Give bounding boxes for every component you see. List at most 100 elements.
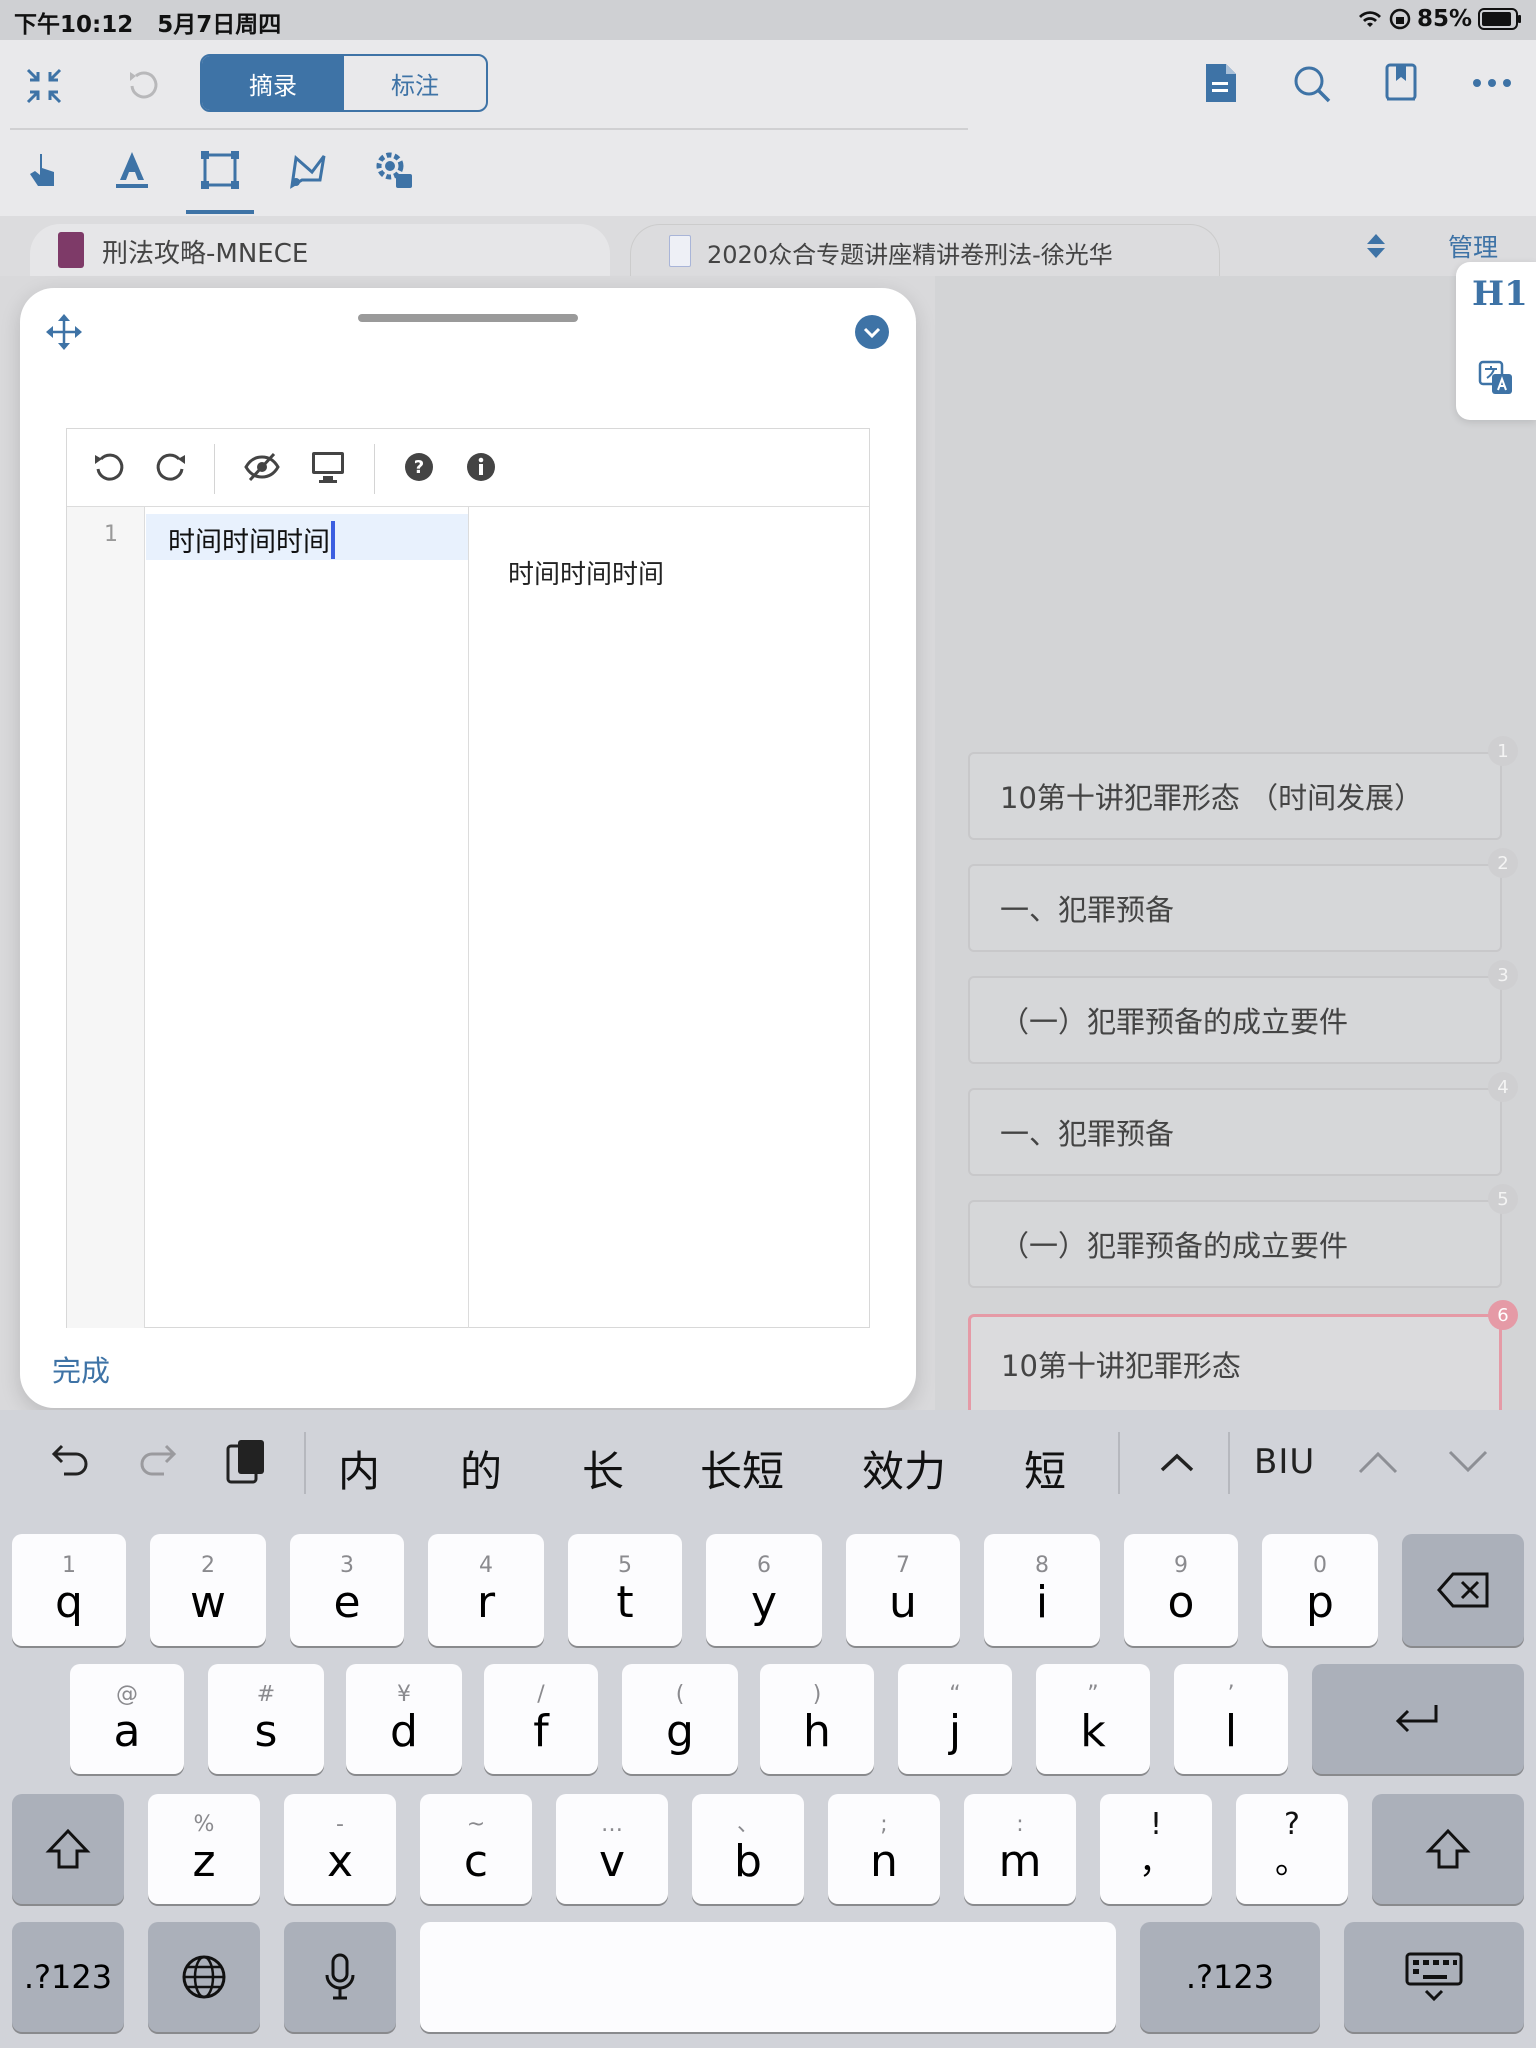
key-k[interactable]: ” k — [1036, 1664, 1150, 1774]
collapse-chevron-icon[interactable] — [854, 314, 890, 350]
backspace-key[interactable] — [1402, 1534, 1524, 1646]
expand-candidates-icon[interactable] — [1158, 1450, 1196, 1474]
key-p[interactable]: 0p — [1262, 1534, 1378, 1646]
numbers-key-right[interactable]: .?123 — [1140, 1922, 1320, 2032]
editor-toolbar-separator — [214, 444, 215, 494]
outline-card-5[interactable]: （一）犯罪预备的成立要件 — [968, 1200, 1502, 1288]
battery-percent: 85% — [1416, 6, 1472, 32]
hand-pointer-icon[interactable] — [26, 150, 62, 190]
kb-redo-icon[interactable] — [136, 1440, 180, 1480]
outline-card-1[interactable]: 10第十讲犯罪形态 （时间发展） — [968, 752, 1502, 840]
sort-arrows-icon[interactable] — [1364, 232, 1388, 260]
key-u[interactable]: 7u — [846, 1534, 960, 1646]
outline-card-2[interactable]: 一、犯罪预备 — [968, 864, 1502, 952]
shift-key-left[interactable] — [12, 1794, 124, 1904]
key-g[interactable]: (g — [622, 1664, 738, 1774]
candidate-2[interactable]: 的 — [460, 1438, 502, 1499]
return-key[interactable] — [1312, 1664, 1524, 1774]
microphone-icon — [325, 1953, 355, 2000]
key-t[interactable]: 5t — [568, 1534, 682, 1646]
translate-icon[interactable] — [1478, 360, 1514, 396]
bookmark-book-icon[interactable] — [1384, 62, 1420, 104]
key-period[interactable]: ?。 — [1236, 1794, 1348, 1904]
key-o[interactable]: 9o — [1124, 1534, 1238, 1646]
key-j[interactable]: “j — [898, 1664, 1012, 1774]
tab-criminal-law-guide[interactable]: 刑法攻略-MNECE — [30, 224, 610, 276]
key-d[interactable]: ¥ d — [346, 1664, 462, 1774]
outline-badge-3: 3 — [1488, 960, 1518, 990]
outline-card-4[interactable]: 一、犯罪预备 — [968, 1088, 1502, 1176]
info-icon[interactable] — [466, 452, 496, 482]
key-c[interactable]: ~ c — [420, 1794, 532, 1904]
space-key[interactable] — [420, 1922, 1116, 2032]
key-l[interactable]: ’ l — [1174, 1664, 1288, 1774]
candidate-5[interactable]: 效力 — [862, 1438, 946, 1499]
key-comma[interactable]: !， — [1100, 1794, 1212, 1904]
mode-segmented-control: 摘录 标注 — [200, 54, 488, 112]
more-icon[interactable] — [1472, 78, 1512, 88]
line-number-gutter — [67, 507, 145, 1328]
document-icon[interactable] — [1204, 62, 1238, 104]
key-n[interactable]: ; n — [828, 1794, 940, 1904]
shift-key-right[interactable] — [1372, 1794, 1524, 1904]
key-q[interactable]: 1q — [12, 1534, 126, 1646]
status-right: 85% — [1357, 6, 1522, 32]
settings-gear-icon[interactable] — [374, 150, 414, 190]
editor-redo-icon[interactable] — [154, 450, 188, 484]
candidate-1[interactable]: 内 — [338, 1438, 380, 1499]
key-b[interactable]: 、 b — [692, 1794, 804, 1904]
key-z[interactable]: % z — [148, 1794, 260, 1904]
eye-slash-icon[interactable] — [244, 452, 280, 482]
outline-card-3[interactable]: （一）犯罪预备的成立要件 — [968, 976, 1502, 1064]
source-text: 时间时间时间 — [168, 527, 330, 558]
editor-undo-icon[interactable] — [92, 450, 126, 484]
kb-down-arrow-icon[interactable] — [1446, 1448, 1490, 1476]
desktop-preview-icon[interactable] — [310, 450, 346, 484]
key-i[interactable]: 8i — [984, 1534, 1100, 1646]
heading1-button[interactable]: H1 — [1472, 274, 1528, 314]
kb-undo-icon[interactable] — [48, 1440, 92, 1480]
book-cover-icon — [58, 232, 84, 268]
text-highlight-icon[interactable] — [114, 150, 150, 190]
source-editor-input[interactable]: 时间时间时间 — [168, 520, 335, 559]
tab-lecture-notes[interactable]: 2020众合专题讲座精讲卷刑法-徐光华 — [630, 224, 1220, 276]
dismiss-keyboard-key[interactable] — [1344, 1922, 1524, 2032]
kb-paste-icon[interactable] — [224, 1436, 268, 1486]
line-number: 1 — [104, 522, 118, 547]
candidate-4[interactable]: 长短 — [700, 1438, 784, 1499]
done-button[interactable]: 完成 — [52, 1348, 110, 1390]
status-date: 5月7日周四 — [157, 12, 282, 38]
kb-up-arrow-icon[interactable] — [1356, 1448, 1400, 1476]
key-s[interactable]: # s — [208, 1664, 324, 1774]
search-icon[interactable] — [1292, 64, 1332, 104]
manage-button[interactable]: 管理 — [1448, 228, 1498, 264]
format-biu-button[interactable]: BIU — [1254, 1442, 1315, 1482]
microphone-key[interactable] — [284, 1922, 396, 2032]
lasso-icon[interactable] — [288, 150, 328, 190]
help-question-icon[interactable]: ? — [404, 452, 434, 482]
key-h[interactable]: ) h — [760, 1664, 874, 1774]
key-e[interactable]: 3e — [290, 1534, 404, 1646]
key-x[interactable]: -x — [284, 1794, 396, 1904]
globe-key[interactable] — [148, 1922, 260, 2032]
candidate-6[interactable]: 短 — [1024, 1438, 1066, 1499]
key-r[interactable]: 4r — [428, 1534, 544, 1646]
rectangle-select-icon[interactable] — [200, 150, 240, 190]
outline-card-6[interactable]: 10第十讲犯罪形态 — [968, 1314, 1502, 1410]
segment-annotate[interactable]: 标注 — [344, 56, 486, 110]
key-f[interactable]: / f — [484, 1664, 598, 1774]
move-arrows-icon[interactable] — [44, 312, 84, 352]
key-a[interactable]: @ a — [70, 1664, 184, 1774]
battery-icon — [1478, 8, 1522, 30]
globe-icon — [182, 1955, 226, 1999]
numbers-key-left[interactable]: .?123 — [12, 1922, 124, 2032]
key-m[interactable]: :m — [964, 1794, 1076, 1904]
key-v[interactable]: … v — [556, 1794, 668, 1904]
key-y[interactable]: 6y — [706, 1534, 822, 1646]
key-w[interactable]: 2w — [150, 1534, 266, 1646]
collapse-icon[interactable] — [24, 66, 64, 106]
segment-excerpt[interactable]: 摘录 — [202, 56, 344, 110]
drag-handle[interactable] — [358, 314, 578, 322]
undo-icon[interactable] — [126, 66, 162, 102]
candidate-3[interactable]: 长 — [582, 1438, 624, 1499]
